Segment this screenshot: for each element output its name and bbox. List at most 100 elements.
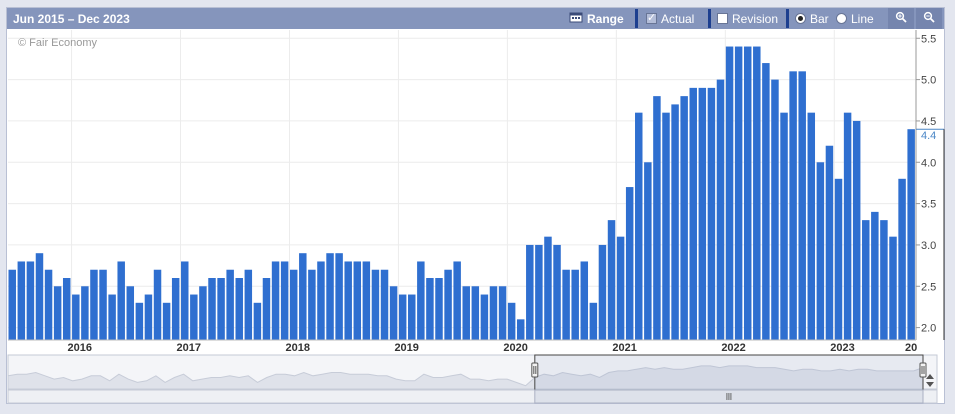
bar <box>317 261 325 340</box>
bar <box>81 286 89 340</box>
bar <box>625 187 634 340</box>
bar <box>553 244 561 340</box>
bar <box>644 162 652 340</box>
bar <box>389 286 398 340</box>
bar <box>362 261 371 340</box>
x-tick-label: 20 <box>905 342 917 354</box>
bar <box>716 79 725 340</box>
bar <box>90 269 98 340</box>
bar <box>862 220 870 340</box>
x-tick-label: 2023 <box>830 342 854 354</box>
navigator[interactable] <box>7 354 938 404</box>
bar <box>544 236 552 340</box>
bar <box>289 269 298 340</box>
bar <box>99 269 107 340</box>
bar <box>771 79 779 340</box>
chart-area: © Fair Economy 2.0 2.5 3.0 3.5 4.0 4.5 5.0 5.5 4… <box>7 30 945 404</box>
bar <box>743 46 752 341</box>
bar <box>344 261 352 340</box>
bar <box>871 211 879 340</box>
bar <box>181 261 189 340</box>
bar <box>816 162 825 340</box>
bar <box>507 302 516 340</box>
watermark: © Fair Economy <box>18 37 98 49</box>
bar <box>335 253 343 340</box>
chart-grid <box>8 30 916 340</box>
bar <box>598 244 607 340</box>
bar <box>299 253 307 340</box>
bar <box>653 96 661 340</box>
bar <box>662 112 670 341</box>
bar <box>798 71 806 340</box>
bar <box>35 253 44 340</box>
x-tick-label: 2017 <box>177 342 201 354</box>
y-tick-label: 3.0 <box>921 240 936 252</box>
x-tick-label: 2018 <box>285 342 309 354</box>
bar <box>44 269 53 340</box>
bar <box>262 278 271 340</box>
bar <box>589 302 598 340</box>
navigator-handle[interactable] <box>919 362 927 378</box>
bar <box>8 269 16 340</box>
bar <box>880 220 888 340</box>
x-tick-label: 2021 <box>612 342 636 354</box>
x-tick-label: 2022 <box>721 342 745 354</box>
bar <box>852 120 861 340</box>
bar <box>480 294 489 340</box>
bar <box>707 87 716 340</box>
bar <box>398 294 407 340</box>
bar <box>235 278 243 340</box>
navigator-handle[interactable] <box>531 362 539 378</box>
bar <box>153 269 162 340</box>
bar <box>126 286 135 340</box>
bar <box>417 261 425 340</box>
bar <box>898 178 906 340</box>
bar <box>135 302 144 340</box>
y-tick-label: 2.5 <box>921 281 936 293</box>
bar <box>671 104 679 341</box>
y-tick-label: 3.5 <box>921 199 936 211</box>
bar <box>571 269 579 340</box>
bar <box>162 302 171 340</box>
bar <box>208 278 216 340</box>
bar <box>26 261 35 340</box>
bar <box>489 286 498 340</box>
bar <box>843 112 852 341</box>
bar <box>244 269 253 340</box>
bar <box>762 63 770 341</box>
bar <box>462 286 470 340</box>
bar <box>635 112 643 341</box>
bar <box>435 278 443 340</box>
bar <box>607 220 616 340</box>
bar <box>734 46 743 341</box>
bar <box>271 261 280 340</box>
bar <box>108 294 116 340</box>
current-value-label: 4.4 <box>921 130 936 142</box>
bar <box>280 261 289 340</box>
bar <box>526 244 534 340</box>
bar <box>199 286 207 340</box>
x-tick-label: 2020 <box>503 342 527 354</box>
y-tick-label: 5.0 <box>921 75 936 87</box>
bar <box>72 294 80 340</box>
bar <box>725 46 734 341</box>
x-tick-label: 2019 <box>394 342 418 354</box>
bar <box>353 261 362 340</box>
bar <box>62 278 71 340</box>
bar <box>453 261 461 340</box>
bar <box>144 294 153 340</box>
bar <box>680 96 688 340</box>
bar <box>171 278 180 340</box>
bar <box>516 319 525 340</box>
grip-handle-icon[interactable] <box>919 362 927 378</box>
y-tick-label: 5.5 <box>921 33 936 45</box>
y-tick-label: 4.5 <box>921 116 936 128</box>
bar <box>562 269 570 340</box>
x-axis: 2016 2017 2018 2019 2020 2021 2022 2023 20 <box>8 339 917 354</box>
y-axis: 2.0 2.5 3.0 3.5 4.0 4.5 5.0 5.5 4.4 <box>915 30 945 340</box>
bar <box>498 286 507 340</box>
grip-handle-icon[interactable] <box>531 362 539 378</box>
bar <box>580 261 589 340</box>
bar <box>444 269 452 340</box>
bar <box>834 178 843 340</box>
